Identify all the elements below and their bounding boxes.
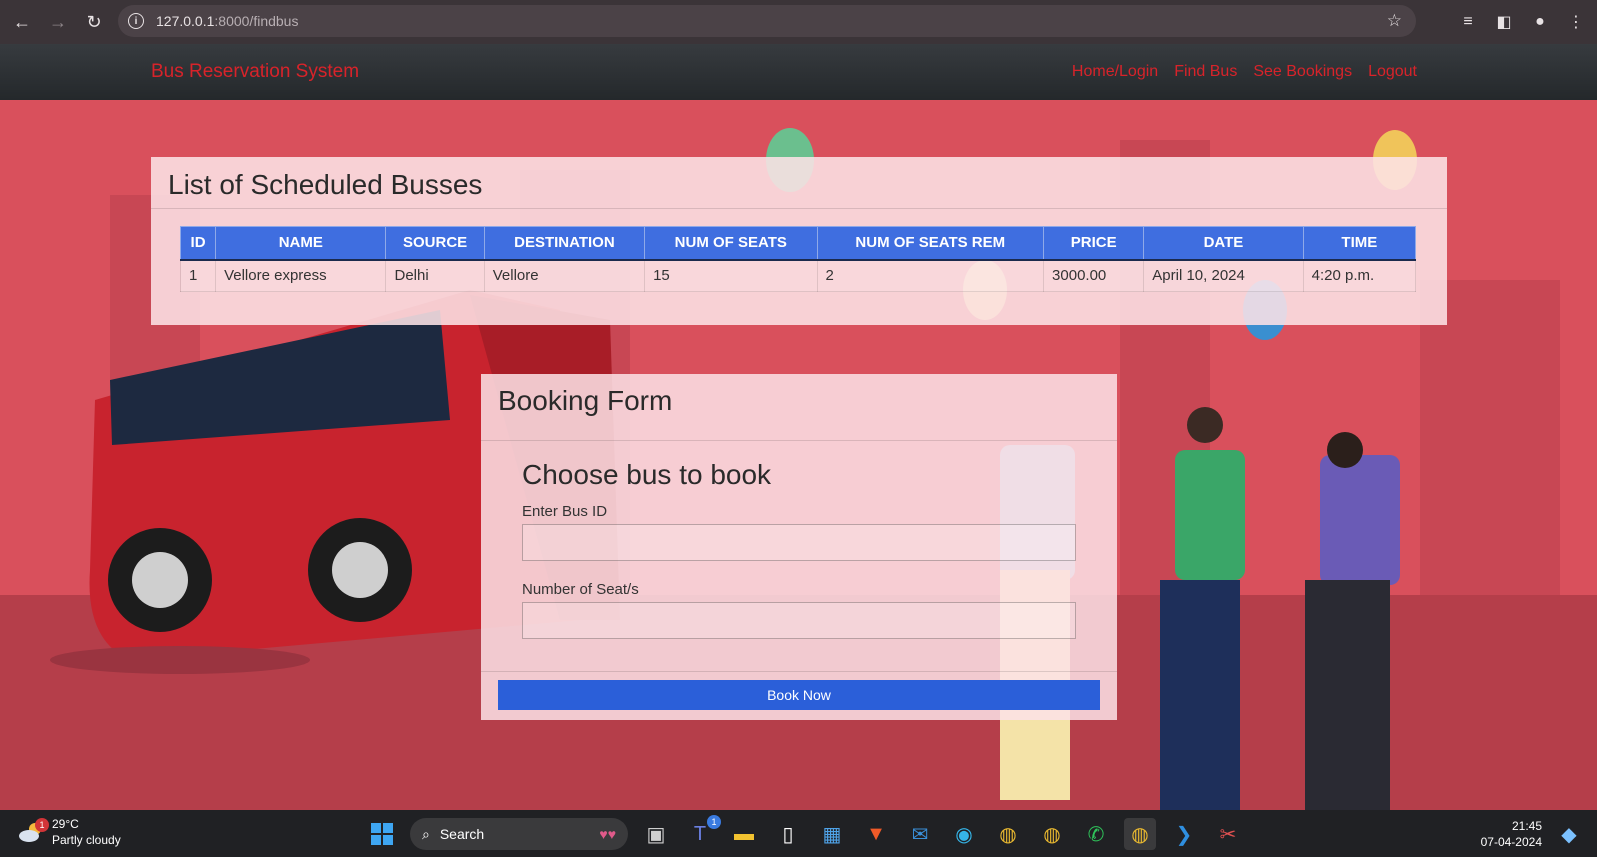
col-source: SOURCE bbox=[385, 226, 485, 261]
search-label: Search bbox=[439, 826, 485, 842]
taskbar: 1 29°C Partly cloudy ⌕ Search ♥♥ ▣ T1 ▬ … bbox=[0, 810, 1597, 857]
edge-browser-icon[interactable]: ◉ bbox=[948, 818, 980, 850]
taskbar-search[interactable]: ⌕ Search ♥♥ bbox=[410, 818, 628, 850]
menu-icon[interactable]: ⋮ bbox=[1565, 12, 1587, 32]
card-divider bbox=[481, 671, 1117, 672]
seats-label: Number of Seat/s bbox=[522, 581, 639, 598]
weather-desc: Partly cloudy bbox=[52, 833, 121, 847]
col-num-seats: NUM OF SEATS bbox=[644, 226, 818, 261]
url-text: 127.0.0.1:8000/findbus bbox=[156, 13, 299, 29]
booking-form-subtitle: Choose bus to book bbox=[522, 459, 772, 490]
cell-source: Delhi bbox=[385, 259, 485, 292]
bus-id-label: Enter Bus ID bbox=[522, 503, 608, 520]
cell-num-seats: 15 bbox=[644, 259, 818, 292]
file-explorer-icon[interactable]: ▬ bbox=[728, 818, 760, 850]
mail-icon[interactable]: ✉ bbox=[904, 818, 936, 850]
col-price: PRICE bbox=[1043, 226, 1145, 261]
brave-browser-icon[interactable]: ▼ bbox=[860, 818, 892, 850]
scheduled-busses-card: List of Scheduled Busses ID NAME SOURCE … bbox=[151, 157, 1447, 325]
book-now-button[interactable]: Book Now bbox=[498, 680, 1100, 710]
chrome-active-icon[interactable]: ◍ bbox=[1124, 818, 1156, 850]
notepad-icon[interactable]: ▯ bbox=[772, 818, 804, 850]
col-destination: DESTINATION bbox=[483, 226, 646, 261]
address-bar[interactable]: i 127.0.0.1:8000/findbus ☆ bbox=[118, 5, 1416, 37]
booking-form-title: Booking Form bbox=[498, 385, 673, 416]
teams-icon[interactable]: T1 bbox=[684, 815, 721, 850]
teams-badge: 1 bbox=[707, 815, 721, 829]
nav-see-bookings[interactable]: See Bookings bbox=[1253, 63, 1352, 81]
weather-badge: 1 bbox=[35, 818, 49, 832]
brand-link[interactable]: Bus Reservation System bbox=[151, 61, 359, 83]
profile-icon[interactable]: ● bbox=[1529, 13, 1551, 31]
app-navbar: Bus Reservation System Home/Login Find B… bbox=[0, 44, 1597, 100]
bus-id-input[interactable] bbox=[522, 524, 1076, 561]
task-view-icon[interactable]: ▣ bbox=[640, 818, 672, 850]
weather-temp: 29°C bbox=[52, 817, 79, 831]
cell-price: 3000.00 bbox=[1043, 259, 1145, 292]
windows-start-icon[interactable] bbox=[366, 818, 398, 850]
col-date: DATE bbox=[1143, 226, 1304, 261]
partly-cloudy-icon: 1 bbox=[18, 818, 49, 843]
cell-date: April 10, 2024 bbox=[1143, 259, 1304, 292]
chrome-profile-icon[interactable]: ◍ bbox=[992, 818, 1024, 850]
chrome-icon[interactable]: ◍ bbox=[1036, 818, 1068, 850]
whatsapp-icon[interactable]: ✆ bbox=[1080, 818, 1112, 850]
clock-date: 07-04-2024 bbox=[1480, 835, 1542, 849]
microsoft-store-icon[interactable]: ▦ bbox=[816, 818, 848, 850]
bookmark-star-icon[interactable]: ☆ bbox=[1387, 11, 1402, 31]
browser-toolbar: ← → ↻ i 127.0.0.1:8000/findbus ☆ ≡ ◧ ● ⋮ bbox=[0, 0, 1597, 44]
side-panel-icon[interactable]: ◧ bbox=[1493, 12, 1515, 32]
bus-table: ID NAME SOURCE DESTINATION NUM OF SEATS … bbox=[179, 226, 1417, 292]
cell-name: Vellore express bbox=[215, 259, 387, 292]
copilot-icon[interactable]: ◆ bbox=[1553, 818, 1585, 850]
system-clock[interactable]: 21:45 07-04-2024 bbox=[1481, 818, 1542, 850]
media-icon[interactable]: ≡ bbox=[1457, 13, 1479, 31]
cell-seats-rem: 2 bbox=[816, 259, 1045, 292]
search-icon: ⌕ bbox=[422, 825, 430, 842]
cell-id: 1 bbox=[179, 259, 217, 292]
clock-time: 21:45 bbox=[1511, 819, 1542, 833]
card-divider bbox=[151, 208, 1447, 209]
card-divider bbox=[481, 440, 1117, 441]
forward-icon[interactable]: → bbox=[40, 4, 76, 40]
nav-home-login[interactable]: Home/Login bbox=[1072, 63, 1158, 81]
search-highlight-icon: ♥♥ bbox=[599, 826, 616, 842]
col-time: TIME bbox=[1302, 226, 1417, 261]
col-id: ID bbox=[179, 226, 217, 261]
booking-form-card: Booking Form Choose bus to book Enter Bu… bbox=[481, 374, 1117, 720]
col-seats-rem: NUM OF SEATS REM bbox=[816, 226, 1045, 261]
site-info-icon[interactable]: i bbox=[128, 13, 144, 29]
back-icon[interactable]: ← bbox=[4, 4, 40, 40]
cell-destination: Vellore bbox=[483, 259, 646, 292]
cell-time: 4:20 p.m. bbox=[1302, 259, 1417, 292]
weather-widget[interactable]: 1 29°C Partly cloudy bbox=[18, 816, 121, 848]
bus-list-title: List of Scheduled Busses bbox=[168, 169, 483, 200]
col-name: NAME bbox=[215, 226, 387, 261]
seats-input[interactable] bbox=[522, 602, 1076, 639]
nav-logout[interactable]: Logout bbox=[1368, 63, 1417, 81]
table-row: 1 Vellore express Delhi Vellore 15 2 300… bbox=[179, 259, 1417, 292]
vscode-icon[interactable]: ❯ bbox=[1168, 818, 1200, 850]
reload-icon[interactable]: ↻ bbox=[76, 4, 112, 40]
nav-find-bus[interactable]: Find Bus bbox=[1174, 63, 1237, 81]
snipping-tool-icon[interactable]: ✂ bbox=[1212, 818, 1244, 850]
